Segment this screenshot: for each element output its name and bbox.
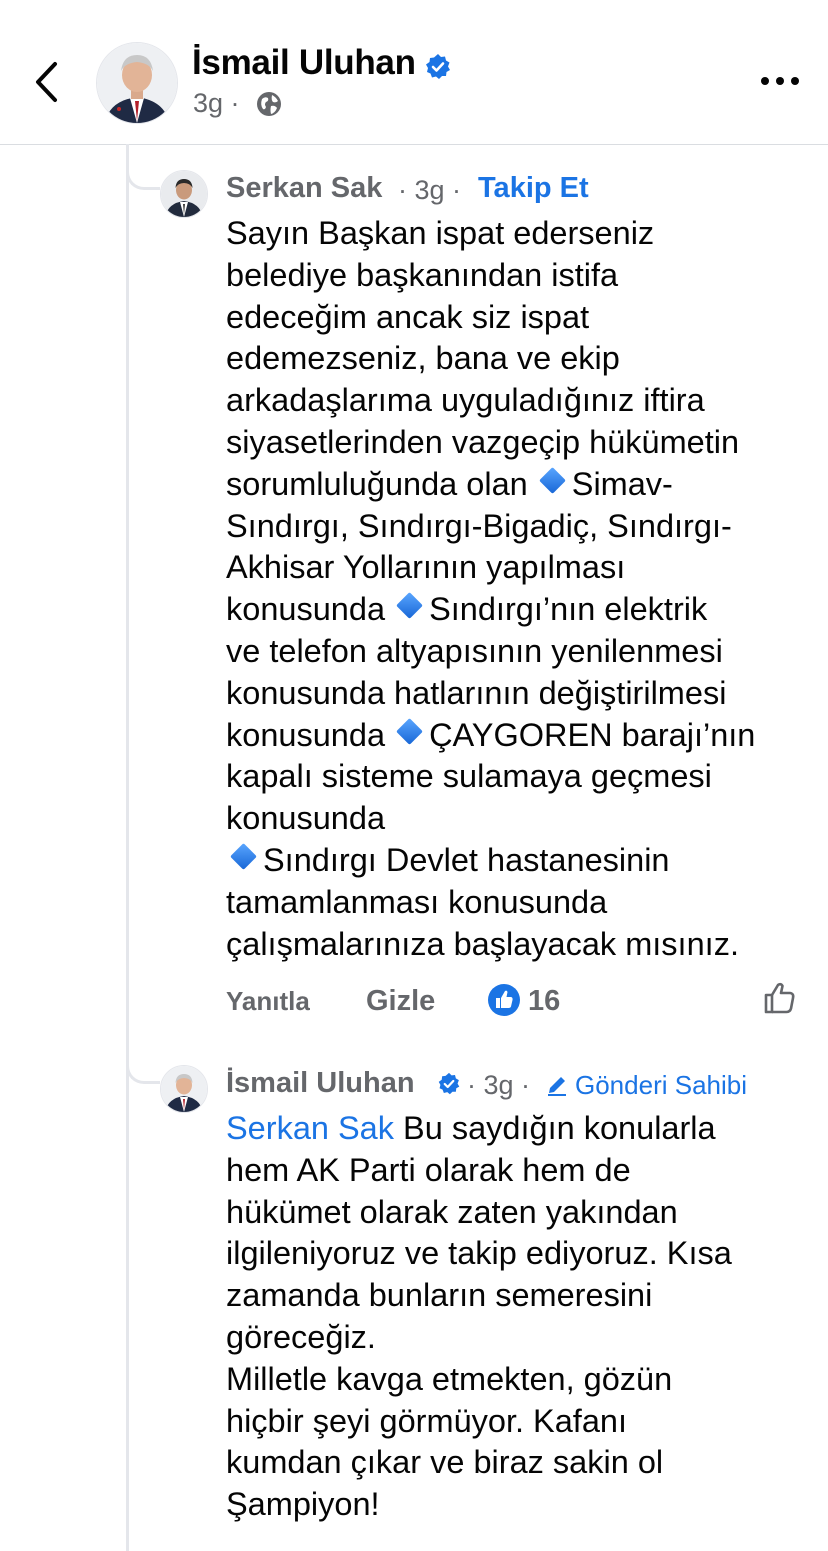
- comment-line: konusunda hatlarının değiştirilmesi: [226, 674, 727, 711]
- blue-diamond-icon: [396, 717, 423, 745]
- comment-line: ilgileniyoruz ve takip ediyoruz. Kısa: [226, 1235, 732, 1272]
- comment-line: Sındırgı Devlet hastanesinin: [226, 840, 755, 882]
- comment-author[interactable]: Serkan Sak: [226, 172, 382, 205]
- comment-line: sorumluluğunda olan Simav-: [226, 464, 755, 506]
- globe-icon: [257, 92, 281, 116]
- post-time: 3g ·: [193, 88, 240, 118]
- comment-line: konusunda: [226, 800, 386, 837]
- comment-line-text: ÇAYGOREN barajı’nın: [429, 716, 756, 753]
- comment-line: Milletle kavga etmekten, gözün: [226, 1360, 673, 1397]
- comment-time: · 3g ·: [467, 1070, 531, 1100]
- blue-diamond-icon: [396, 592, 423, 620]
- comment-line: tamamlanması konusunda: [226, 883, 608, 920]
- comment-line: kapalı sisteme sulamaya geçmesi: [226, 758, 712, 795]
- author-badge: Gönderi Sahibi: [575, 1070, 747, 1100]
- more-options-button[interactable]: [758, 66, 802, 96]
- back-button[interactable]: [28, 58, 68, 106]
- blue-diamond-icon: [538, 466, 566, 494]
- verified-badge-icon: [426, 54, 450, 79]
- post-header: İsmail Uluhan 3g ·: [0, 0, 828, 145]
- comment-line: göreceğiz.: [226, 1318, 376, 1355]
- comment-line: ve telefon altyapısının yenilenmesi: [226, 632, 723, 669]
- comment-line: kumdan çıkar ve biraz sakin ol: [226, 1444, 664, 1481]
- comment-line: belediye başkanından istifa: [226, 256, 619, 293]
- comment-line: konusunda ÇAYGOREN barajı’nın: [226, 715, 755, 757]
- comment-line-text: Bu saydığın konularla: [394, 1110, 716, 1146]
- reaction-count[interactable]: 16: [528, 985, 560, 1018]
- verified-badge-icon: [438, 1072, 460, 1095]
- comment-line: Sındırgı, Sındırgı-Bigadiç, Sındırgı-: [226, 507, 732, 544]
- pencil-icon: [548, 1077, 566, 1096]
- comment-text: Serkan Sak Bu saydığın konularla hem AK …: [226, 1108, 732, 1526]
- like-outline-icon[interactable]: [762, 980, 798, 1016]
- chevron-left-icon: [36, 62, 57, 102]
- comment-line-text: Sındırgı Devlet hastanesinin: [263, 841, 670, 878]
- comment-line: edeceğim ancak siz ispat: [226, 298, 590, 335]
- hide-button[interactable]: Gizle: [366, 985, 435, 1018]
- comment-line-text: sorumluluğunda olan: [226, 465, 537, 502]
- commenter-avatar[interactable]: [160, 170, 208, 218]
- comment-line: siyasetlerinden vazgeçip hükümetin: [226, 423, 740, 460]
- follow-button[interactable]: Takip Et: [478, 172, 589, 205]
- comment-line-text: Simav-: [571, 465, 673, 502]
- comment-line: hem AK Parti olarak hem de: [226, 1151, 631, 1188]
- author-avatar[interactable]: [96, 42, 178, 124]
- comment-line-text: konusunda: [226, 591, 395, 628]
- blue-diamond-icon: [230, 843, 257, 870]
- comment-line: Şampiyon!: [226, 1486, 380, 1523]
- comment-line: hükümet olarak zaten yakından: [226, 1193, 678, 1230]
- comment-line: hiçbir şeyi görmüyor. Kafanı: [226, 1402, 628, 1439]
- comment-line: arkadaşlarıma uyguladığınız iftira: [226, 382, 705, 419]
- page-title[interactable]: İsmail Uluhan: [192, 43, 416, 83]
- comment-time: · 3g ·: [398, 175, 462, 205]
- reply-connector: [126, 146, 160, 190]
- comment-author[interactable]: İsmail Uluhan: [226, 1067, 415, 1100]
- comment-line: Sayın Başkan ispat ederseniz: [226, 215, 655, 251]
- reply-connector: [126, 1040, 160, 1084]
- comment-line: çalışmalarınıza başlayacak mısınız.: [226, 925, 739, 962]
- comment-text: Sayın Başkan ispat ederseniz belediye ba…: [226, 213, 755, 965]
- thread-line: [126, 144, 129, 1551]
- comment-line: konusunda Sındırgı’nın elektrik: [226, 589, 755, 631]
- post-comments-screen: İsmail Uluhan 3g · Serkan Sak · 3g · Tak…: [0, 0, 828, 1551]
- comment-line-text: konusunda: [226, 716, 395, 753]
- comment-line: Serkan Sak Bu saydığın konularla: [226, 1108, 732, 1150]
- mention-link[interactable]: Serkan Sak: [226, 1110, 394, 1146]
- comment-line: Akhisar Yollarının yapılması: [226, 549, 626, 586]
- comment-line: zamanda bunların semeresini: [226, 1277, 653, 1314]
- comment-line-text: Sındırgı’nın elektrik: [429, 591, 708, 628]
- reply-button[interactable]: Yanıtla: [226, 986, 310, 1017]
- like-reaction-icon: [488, 984, 520, 1016]
- comment-line: edemezseniz, bana ve ekip: [226, 340, 620, 377]
- commenter-avatar[interactable]: [160, 1065, 208, 1113]
- more-horizontal-icon: [761, 77, 799, 85]
